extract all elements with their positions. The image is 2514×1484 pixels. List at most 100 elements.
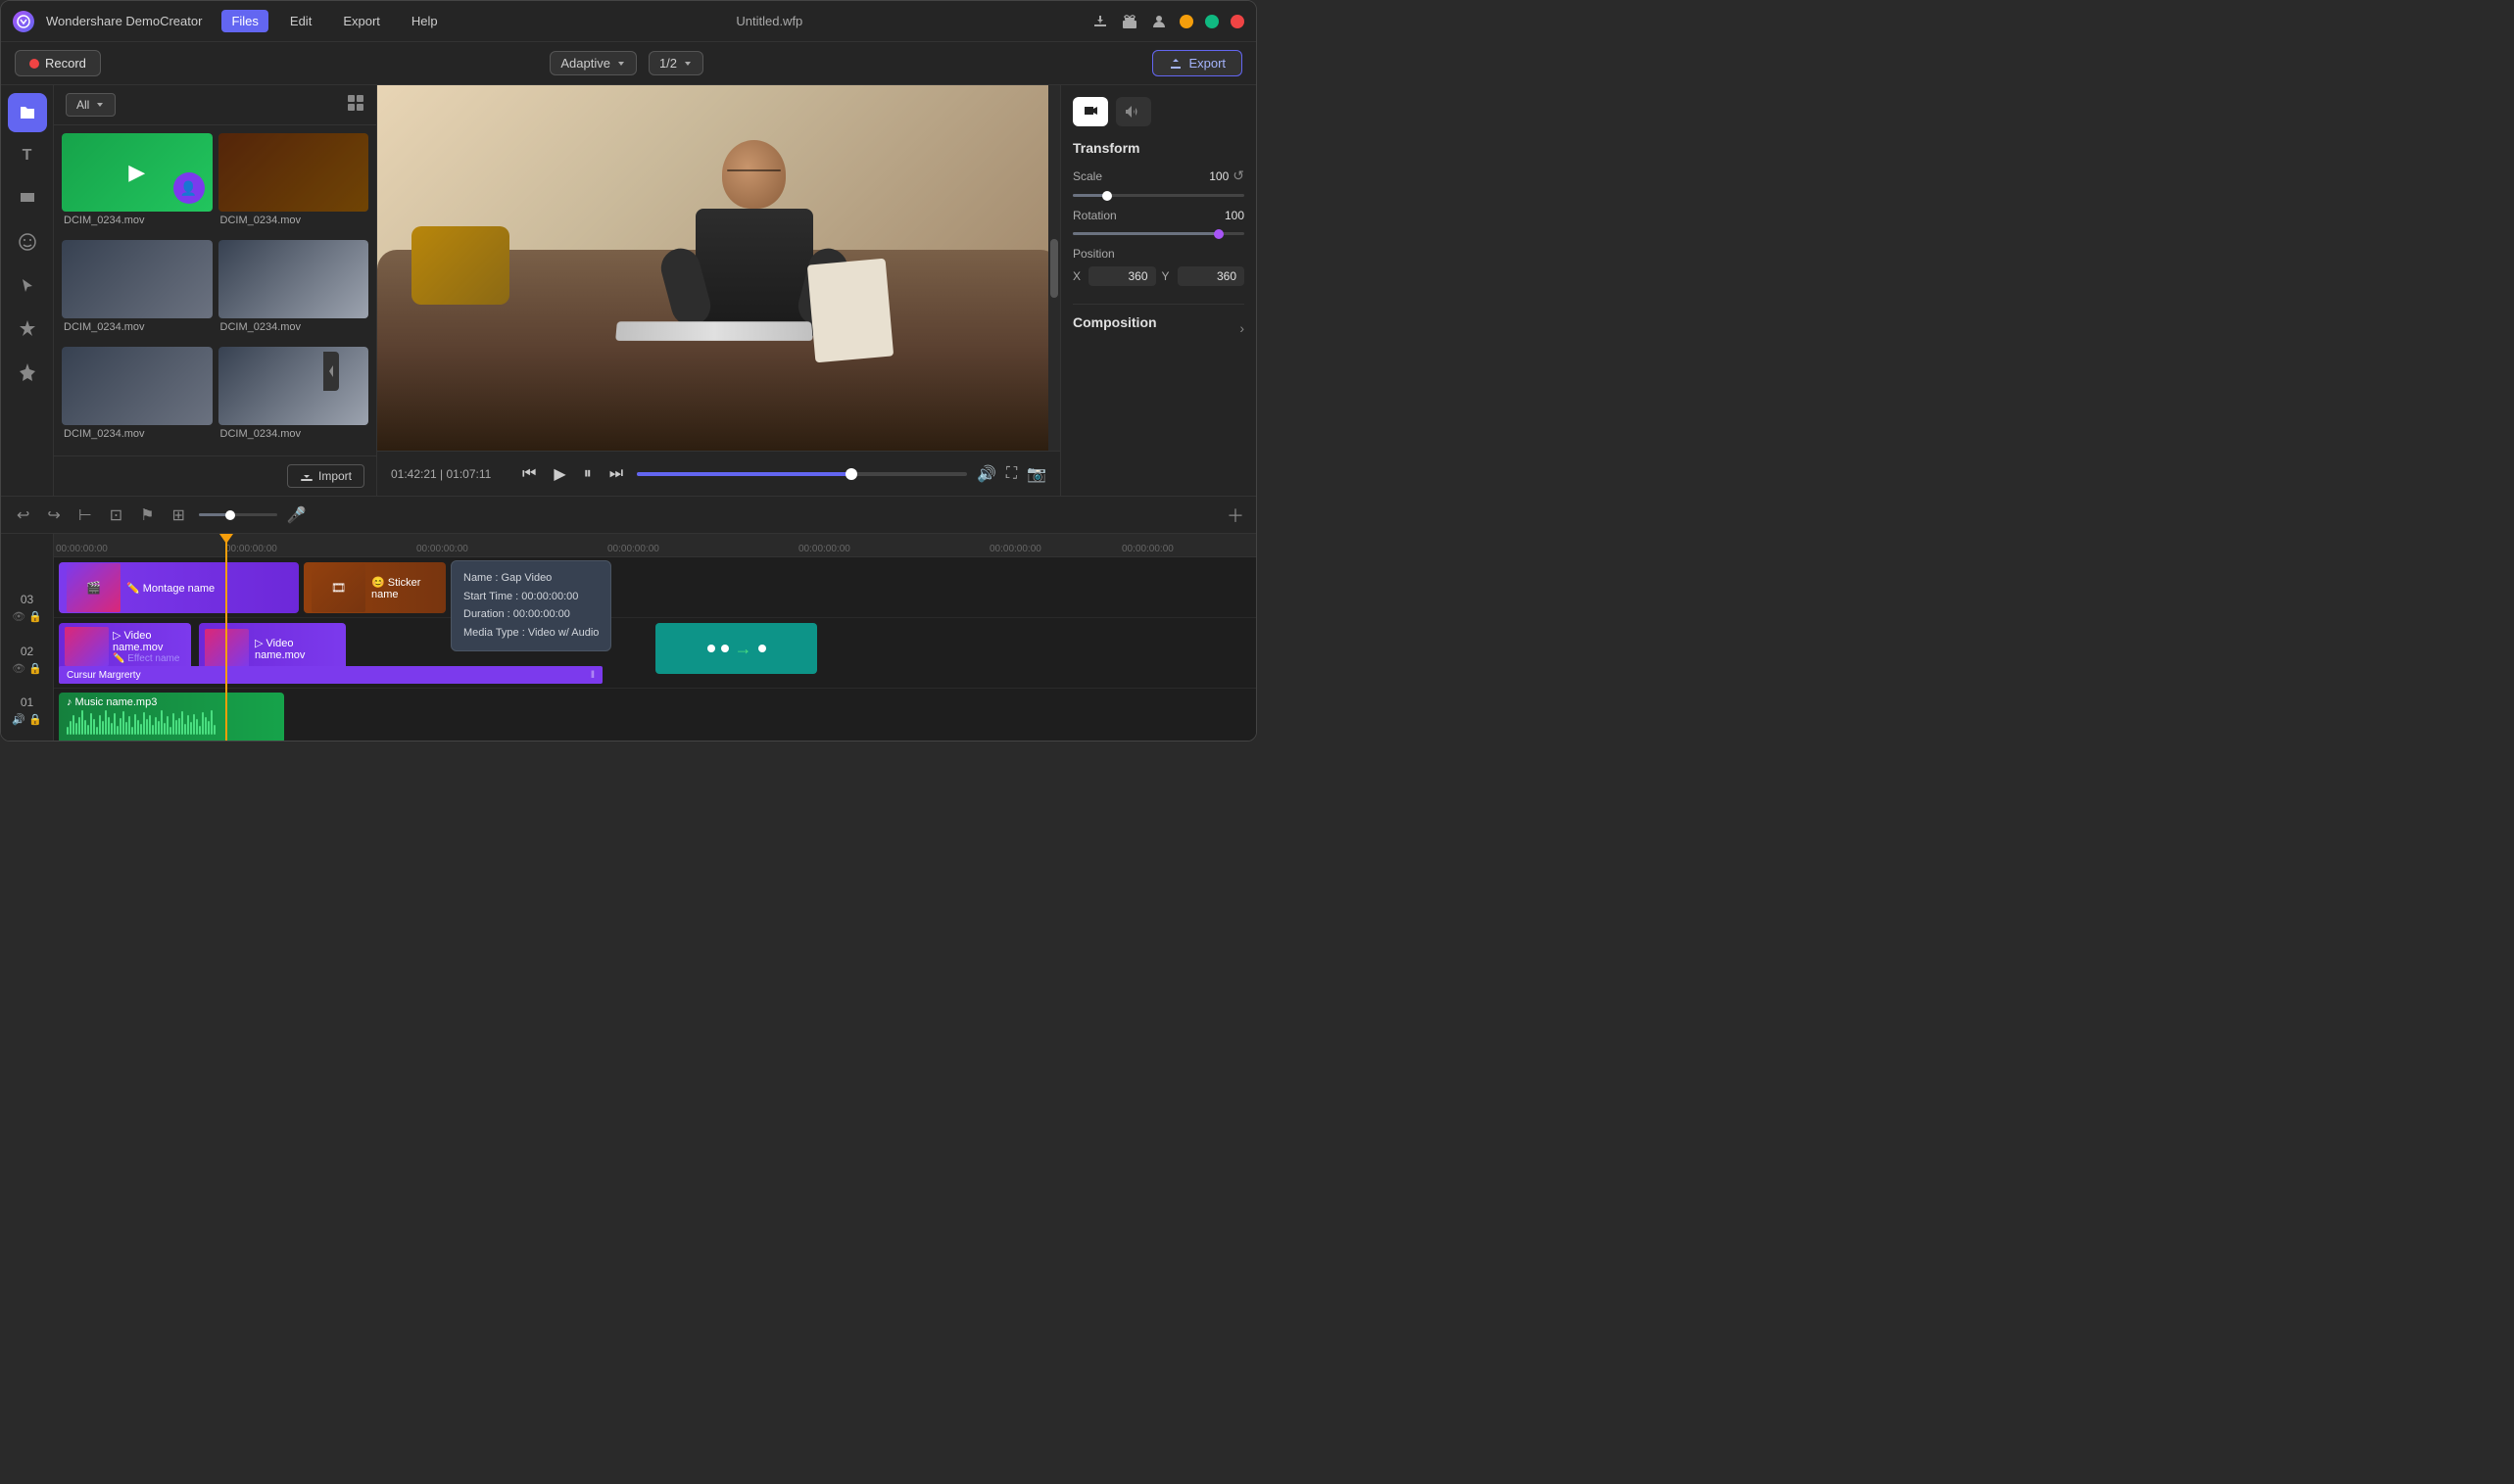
add-track-button[interactable]: ＋	[1227, 503, 1244, 528]
transform-title: Transform	[1073, 140, 1244, 156]
microphone-button[interactable]: 🎤	[287, 505, 307, 525]
scale-value: 100	[1209, 169, 1229, 183]
panel-tabs	[1073, 97, 1244, 126]
sidebar-item-emoji[interactable]	[8, 222, 47, 262]
redo-button[interactable]: ↪	[43, 503, 64, 527]
media-thumbnail	[218, 240, 369, 318]
position-xy-row: X 360 Y 360	[1073, 266, 1244, 286]
fullscreen-button[interactable]: ⛶	[1006, 465, 1017, 483]
rotation-slider[interactable]	[1073, 232, 1244, 235]
user-icon[interactable]	[1150, 13, 1168, 30]
menu-edit[interactable]: Edit	[280, 10, 321, 32]
track-row-03: 🎬 ✏️ Montage name 🎞 😊 Sticker name	[54, 557, 1256, 618]
minimize-button[interactable]	[1180, 15, 1193, 28]
play-button[interactable]: ▶	[550, 462, 569, 486]
clip-thumb-inner	[65, 627, 109, 666]
y-value[interactable]: 360	[1178, 266, 1245, 286]
export-label: Export	[1188, 56, 1226, 71]
sidebar-item-files[interactable]	[8, 93, 47, 132]
list-item[interactable]: DCIM_0234.mov	[62, 347, 213, 448]
progress-fill	[637, 472, 851, 476]
tracks-container: 🎬 ✏️ Montage name 🎞 😊 Sticker name	[54, 557, 1256, 741]
cursor-bar-end: ‖	[591, 670, 595, 681]
record-indicator	[29, 59, 39, 69]
cursor-bar[interactable]: Cursur Margrerty ‖	[59, 666, 603, 684]
reset-scale-button[interactable]: ↺	[1233, 168, 1244, 184]
pause-button[interactable]: ⏸	[580, 463, 596, 485]
clip-thumbnail: 🎬	[67, 563, 121, 612]
clip-montage[interactable]: 🎬 ✏️ Montage name	[59, 562, 299, 613]
record-label: Record	[45, 56, 86, 71]
zoom-slider[interactable]	[199, 513, 277, 516]
clip-montage-label: ✏️ Montage name	[126, 582, 215, 595]
panel-collapse-arrow[interactable]	[323, 352, 339, 391]
record-button[interactable]: Record	[15, 50, 101, 76]
clip-sticker[interactable]: 🎞 😊 Sticker name	[304, 562, 446, 613]
list-item[interactable]: DCIM_0234.mov	[218, 347, 369, 448]
timeline-toolbar: ↩ ↪ ⊢ ⊡ ⚑ ⊞ 🎤 ＋	[1, 497, 1256, 534]
x-value[interactable]: 360	[1088, 266, 1156, 286]
sidebar-item-effects[interactable]	[8, 309, 47, 348]
split-button[interactable]: ⊢	[74, 503, 96, 527]
skip-back-button[interactable]: ⏮	[518, 463, 540, 485]
sidebar-item-speech[interactable]	[8, 179, 47, 218]
media-item-label: DCIM_0234.mov	[62, 318, 213, 336]
clip-music-label: ♪ Music name.mp3	[67, 696, 157, 708]
list-item[interactable]: ▶ 👤 DCIM_0234.mov	[62, 133, 213, 234]
close-button[interactable]	[1231, 15, 1244, 28]
crop-button[interactable]: ⊡	[106, 503, 126, 527]
list-item[interactable]: DCIM_0234.mov	[218, 133, 369, 234]
clip-music[interactable]: ♪ Music name.mp3	[59, 693, 284, 741]
adaptive-dropdown[interactable]: Adaptive	[550, 51, 637, 75]
track-label-01: 01 🔊 🔒	[1, 695, 53, 726]
media-item-label: DCIM_0234.mov	[218, 318, 369, 336]
tab-video[interactable]	[1073, 97, 1108, 126]
media-item-label: DCIM_0234.mov	[62, 425, 213, 443]
list-item[interactable]: DCIM_0234.mov	[62, 240, 213, 341]
menu-help[interactable]: Help	[402, 10, 448, 32]
media-panel: All ▶ 👤 DCIM_0234.mov	[54, 85, 377, 496]
composition-title: Composition	[1073, 314, 1157, 330]
scale-slider[interactable]	[1073, 194, 1244, 197]
composite-button[interactable]: ⊞	[169, 503, 189, 527]
progress-bar[interactable]	[637, 472, 967, 476]
sidebar-item-cursor[interactable]	[8, 265, 47, 305]
screenshot-button[interactable]: 📷	[1027, 464, 1046, 484]
gift-icon[interactable]	[1121, 13, 1138, 30]
timeline-scroll-area[interactable]: 00:00:00:00 00:00:00:00 00:00:00:00 00:0…	[54, 534, 1256, 741]
menu-export[interactable]: Export	[333, 10, 390, 32]
playhead[interactable]	[225, 534, 227, 741]
download-icon[interactable]	[1091, 13, 1109, 30]
zoom-label: 1/2	[659, 56, 677, 71]
export-button[interactable]: Export	[1152, 50, 1242, 76]
media-item-label: DCIM_0234.mov	[62, 212, 213, 229]
undo-button[interactable]: ↩	[13, 503, 33, 527]
time-display: 01:42:21 | 01:07:11	[391, 467, 508, 481]
filter-label: All	[76, 98, 89, 112]
menu-files[interactable]: Files	[221, 10, 267, 32]
adaptive-label: Adaptive	[560, 56, 610, 71]
media-view-toggle[interactable]	[347, 94, 364, 117]
import-button[interactable]: Import	[287, 464, 364, 488]
track-label-02: 02 👁 🔒	[1, 645, 53, 675]
clip-video3[interactable]: →	[655, 623, 817, 674]
title-bar-right	[1091, 13, 1244, 30]
volume-button[interactable]: 🔊	[977, 464, 996, 484]
track-label-03: 03 👁 🔒	[1, 593, 53, 623]
zoom-thumb[interactable]	[225, 510, 235, 520]
composition-collapse-button[interactable]: ›	[1239, 320, 1244, 336]
list-item[interactable]: DCIM_0234.mov	[218, 240, 369, 341]
maximize-button[interactable]	[1205, 15, 1219, 28]
progress-thumb[interactable]	[846, 468, 857, 480]
position-row: Position	[1073, 247, 1244, 261]
zoom-dropdown[interactable]: 1/2	[649, 51, 703, 75]
tab-audio[interactable]	[1116, 97, 1151, 126]
sidebar-item-text[interactable]: T	[8, 136, 47, 175]
media-thumbnail: ▶ 👤	[62, 133, 213, 212]
sidebar-item-pin[interactable]	[8, 352, 47, 391]
skip-forward-button[interactable]: ⏭	[605, 463, 627, 485]
app-logo	[13, 11, 34, 32]
tooltip-name-value: Gap Video	[502, 572, 553, 584]
marker-button[interactable]: ⚑	[136, 503, 158, 527]
media-filter-dropdown[interactable]: All	[66, 93, 116, 117]
